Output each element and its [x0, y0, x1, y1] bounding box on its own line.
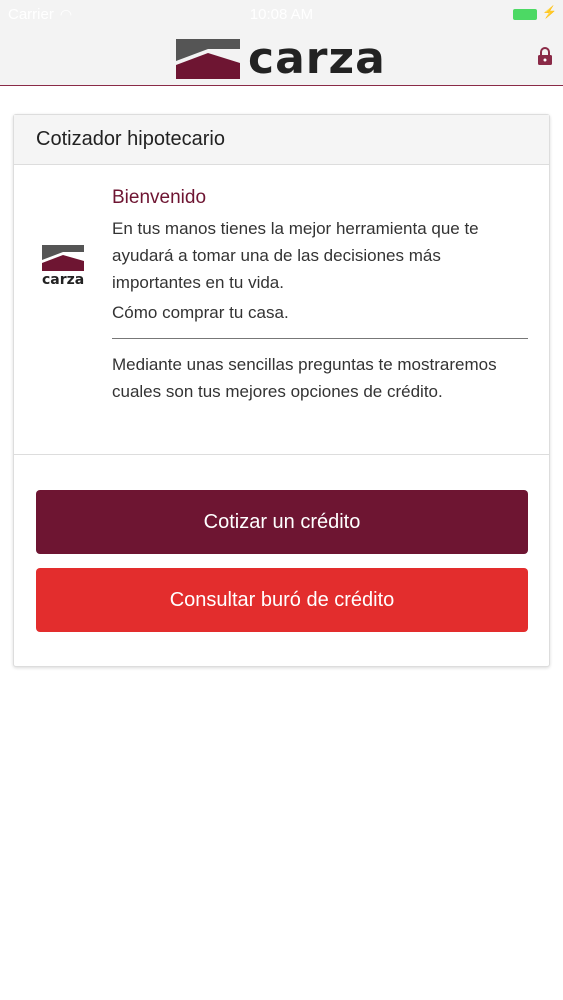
brand-wordmark: carza: [248, 33, 386, 84]
check-credit-bureau-button[interactable]: Consultar buró de crédito: [36, 568, 528, 632]
card-body: carza Bienvenido En tus manos tienes la …: [14, 165, 549, 455]
welcome-section: Bienvenido En tus manos tienes la mejor …: [112, 187, 528, 405]
welcome-title: Bienvenido: [112, 187, 207, 208]
divider: [112, 338, 528, 339]
status-bar: Carrier ◠ 10:08 AM ⚡: [0, 0, 563, 30]
house-roof-icon: [176, 39, 240, 79]
app-header: carza: [0, 30, 563, 86]
description-text: Mediante unas sencillas preguntas te mos…: [112, 355, 497, 401]
charging-icon: ⚡: [542, 5, 557, 19]
lock-icon[interactable]: [537, 46, 553, 66]
card-title: Cotizador hipotecario: [14, 115, 549, 165]
small-roof-icon: [42, 245, 84, 271]
quote-credit-button[interactable]: Cotizar un crédito: [36, 490, 528, 554]
mortgage-quoter-card: Cotizador hipotecario carza Bienvenido E…: [13, 114, 550, 667]
brand-logo: carza: [176, 33, 386, 84]
intro-text: En tus manos tienes la mejor herramienta…: [112, 219, 479, 292]
battery-icon: [513, 9, 537, 20]
card-logo: carza: [42, 245, 84, 288]
status-time: 10:08 AM: [249, 6, 314, 23]
card-logo-text: carza: [42, 272, 85, 288]
sub-text: Cómo comprar tu casa.: [112, 303, 289, 322]
